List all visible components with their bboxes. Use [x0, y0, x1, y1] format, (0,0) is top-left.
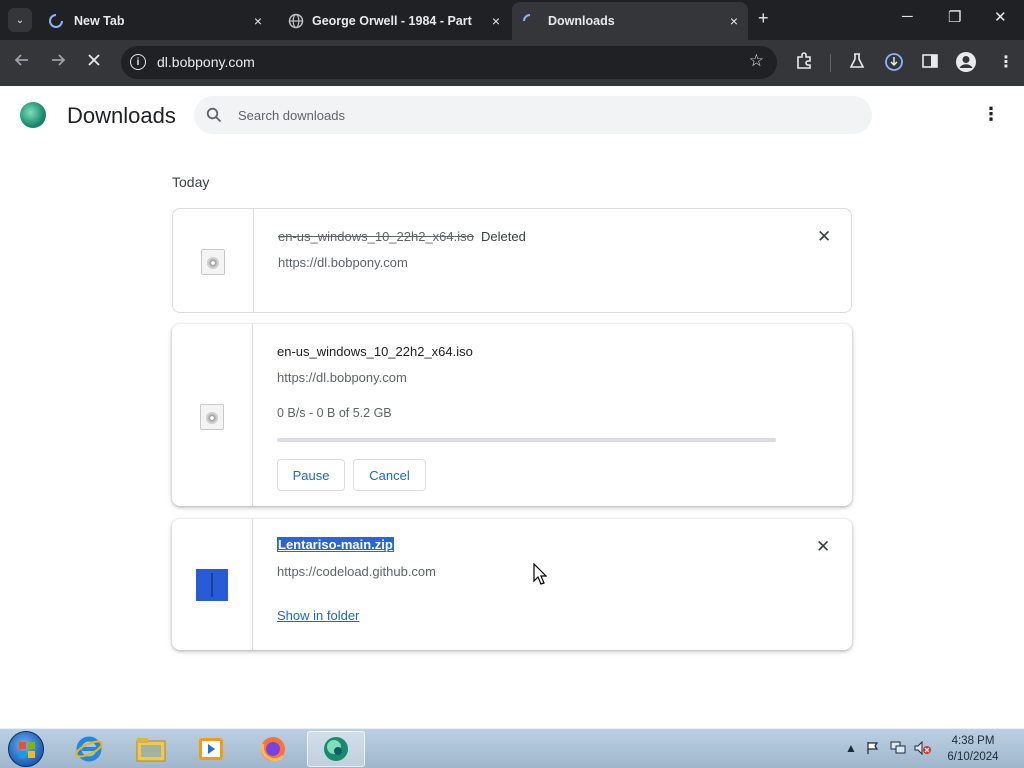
file-icon-column — [172, 324, 253, 506]
download-progress-bar — [277, 438, 776, 442]
action-center-flag-icon[interactable] — [866, 741, 880, 758]
windows-logo-icon — [19, 742, 35, 758]
tab-search-button[interactable]: ⌄ — [8, 8, 32, 32]
bookmark-star-icon[interactable]: ☆ — [749, 51, 764, 71]
file-icon-column — [173, 209, 254, 312]
sidebar-icon — [922, 54, 938, 68]
close-window-button[interactable]: ✕ — [994, 8, 1007, 26]
address-bar[interactable]: i dl.bobpony.com ☆ — [121, 46, 777, 79]
stop-loading-button[interactable] — [86, 52, 102, 73]
more-actions-button[interactable]: ⋮ — [982, 104, 1000, 125]
browser-taskbar-icon[interactable] — [307, 731, 365, 767]
loading-spinner-icon — [49, 14, 63, 28]
labs-flask-icon[interactable] — [848, 52, 866, 75]
clock-time: 4:38 PM — [951, 735, 995, 747]
search-input[interactable] — [238, 96, 838, 134]
source-url: https://dl.bobpony.com — [277, 370, 407, 385]
file-name-link[interactable]: Lentariso-main.zip — [277, 537, 394, 552]
download-status: Deleted — [481, 229, 526, 244]
download-item-in-progress: en-us_windows_10_22h2_x64.iso https://dl… — [172, 324, 852, 506]
system-clock[interactable]: 4:38 PM 6/10/2024 — [938, 733, 1008, 765]
zip-file-icon — [196, 569, 228, 601]
downloads-toolbar-icon[interactable] — [884, 52, 904, 77]
pause-button[interactable]: Pause — [277, 459, 345, 491]
profile-avatar[interactable] — [955, 51, 977, 78]
globe-icon — [288, 13, 304, 29]
tab-title: George Orwell - 1984 - Part 1, — [312, 14, 472, 28]
restore-button[interactable]: ❐ — [948, 8, 961, 26]
flask-icon — [849, 53, 865, 68]
page-title: Downloads — [67, 103, 176, 128]
browser-menu-button[interactable]: ⋮ — [998, 52, 1014, 72]
folder-icon — [136, 738, 166, 762]
cancel-button[interactable]: Cancel — [353, 459, 426, 491]
firefox-logo-icon — [260, 737, 285, 762]
site-info-icon[interactable]: i — [130, 54, 146, 70]
tab-close-button[interactable]: × — [254, 13, 262, 29]
puzzle-icon — [797, 52, 811, 69]
browser-logo-icon — [20, 102, 46, 128]
tab-downloads[interactable]: Downloads × — [512, 2, 748, 40]
browser-titlebar: ⌄ New Tab × George Orwell - 1984 - Part … — [0, 0, 1024, 40]
ie-logo-icon — [75, 736, 103, 762]
file-explorer-icon[interactable] — [122, 731, 180, 767]
search-box[interactable] — [194, 96, 872, 134]
close-icon — [88, 54, 100, 66]
internet-explorer-icon[interactable] — [60, 731, 118, 767]
search-icon — [206, 107, 222, 123]
download-progress-text: 0 B/s - 0 B of 5.2 GB — [277, 406, 392, 420]
forward-button[interactable] — [50, 52, 66, 73]
play-icon — [199, 738, 223, 760]
tab-george-orwell[interactable]: George Orwell - 1984 - Part 1, × — [280, 6, 510, 36]
tab-close-button[interactable]: × — [730, 13, 738, 29]
tab-title: New Tab — [74, 14, 125, 28]
firefox-icon[interactable] — [244, 731, 302, 767]
side-panel-icon[interactable] — [921, 52, 939, 75]
arrow-left-icon — [14, 54, 28, 66]
tab-close-button[interactable]: × — [492, 13, 500, 29]
new-tab-button[interactable]: + — [758, 8, 769, 29]
extensions-icon[interactable] — [795, 52, 813, 75]
source-url: https://dl.bobpony.com — [278, 255, 408, 270]
browser-toolbar: i dl.bobpony.com ☆ ⋮ — [0, 40, 1024, 86]
source-url: https://codeload.github.com — [277, 564, 436, 579]
date-section-label: Today — [172, 174, 210, 190]
clock-date: 6/10/2024 — [947, 751, 999, 763]
back-button[interactable] — [14, 52, 30, 73]
download-progress-icon — [885, 53, 903, 71]
network-icon[interactable] — [890, 741, 906, 758]
show-hidden-icons-button[interactable]: ▲ — [845, 741, 857, 755]
browser-icon — [324, 737, 348, 761]
tab-new-tab[interactable]: New Tab × — [40, 6, 272, 36]
windows-taskbar: ▲ 4:38 PM 6/10/2024 — [0, 728, 1024, 768]
file-icon-column — [172, 519, 253, 650]
media-player-icon[interactable] — [182, 731, 240, 767]
tab-title: Downloads — [548, 14, 615, 28]
mouse-cursor-icon — [533, 563, 547, 585]
disc-file-icon — [201, 249, 225, 275]
address-url[interactable]: dl.bobpony.com — [157, 54, 255, 70]
disc-file-icon — [200, 404, 224, 430]
download-item-completed: Lentariso-main.zip https://codeload.gith… — [172, 519, 852, 650]
download-item-deleted: en-us_windows_10_22h2_x64.iso Deleted ht… — [172, 208, 852, 313]
loading-spinner-icon — [523, 14, 531, 22]
minimize-button[interactable]: ─ — [902, 8, 913, 25]
downloads-page: Downloads ⋮ Today en-us_windows_10_22h2_… — [0, 86, 1024, 728]
remove-from-list-button[interactable]: ✕ — [816, 537, 830, 557]
toolbar-divider — [830, 54, 831, 72]
volume-muted-icon[interactable] — [914, 740, 932, 758]
arrow-right-icon — [52, 54, 66, 66]
show-in-folder-link[interactable]: Show in folder — [277, 608, 359, 623]
start-button[interactable] — [8, 731, 44, 767]
file-name[interactable]: en-us_windows_10_22h2_x64.iso — [277, 344, 473, 359]
remove-from-list-button[interactable]: ✕ — [817, 227, 831, 247]
person-icon — [956, 52, 976, 72]
file-name: en-us_windows_10_22h2_x64.iso — [278, 229, 474, 244]
